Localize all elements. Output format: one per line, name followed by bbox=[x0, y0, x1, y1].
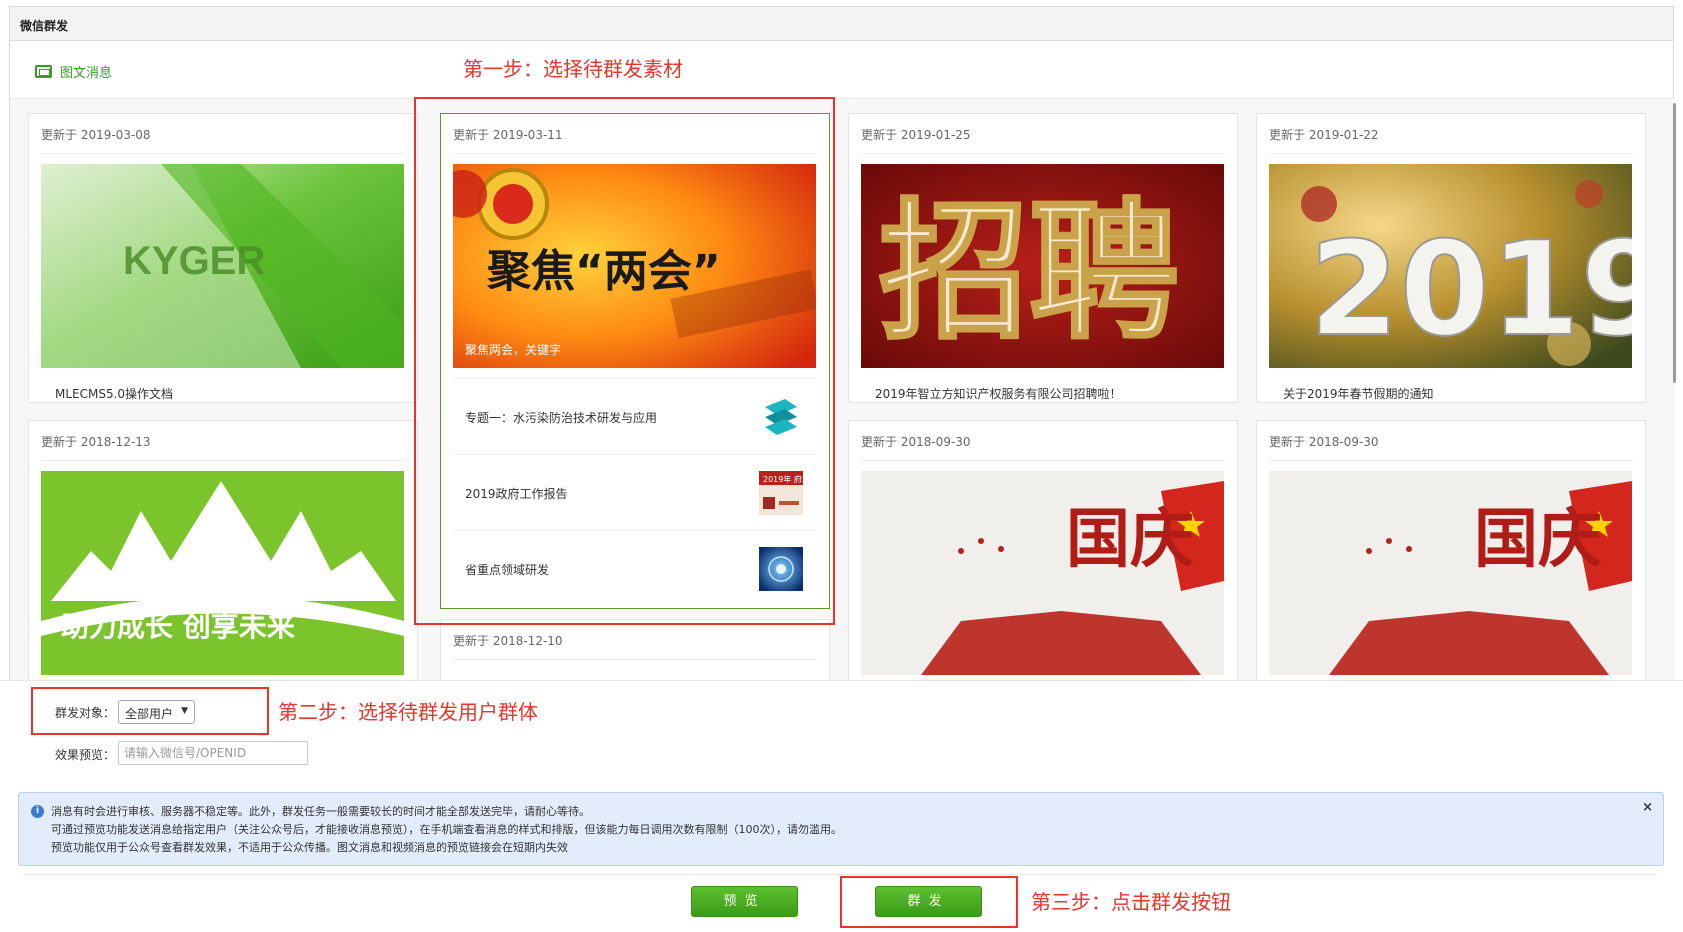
target-select[interactable]: 全部用户 ▼ bbox=[118, 700, 195, 724]
card-title: 关于2019年春节假期的通知 bbox=[1283, 387, 1434, 401]
card-date: 更新于 2018-09-30 bbox=[1269, 435, 1379, 449]
card-date: 更新于 2018-12-10 bbox=[453, 634, 563, 648]
material-card[interactable]: 更新于 2019-01-25 招聘 2019年智立方知识产权服务有限公司招聘啦！ bbox=[848, 113, 1238, 403]
notice-line: 预览功能仅用于公众号查看群发效果，不适用于公众传播。图文消息和视频消息的预览链接… bbox=[51, 841, 568, 854]
material-card[interactable]: 更新于 2018-09-30 国庆 bbox=[848, 420, 1238, 687]
material-card[interactable]: 更新于 2018-12-13 助力成长 创享未来 bbox=[28, 420, 418, 687]
material-list[interactable]: 更新于 2019-03-08 KYGER MLECMS5.0操作文档 更新于 2… bbox=[10, 99, 1675, 687]
close-icon[interactable]: × bbox=[1642, 800, 1653, 815]
cover-image: 招聘 bbox=[861, 164, 1224, 368]
target-label: 群发对象： bbox=[55, 706, 116, 720]
notice-line: 消息有时会进行审核、服务器不稳定等。此外，群发任务一般需要较长的时间才能全部发送… bbox=[51, 805, 590, 818]
card-date: 更新于 2018-09-30 bbox=[861, 435, 971, 449]
svg-text:KYGER: KYGER bbox=[123, 239, 265, 283]
card-date: 更新于 2019-01-22 bbox=[1269, 128, 1379, 142]
cover-image: 助力成长 创享未来 bbox=[41, 471, 404, 675]
card-title: 2019年智立方知识产权服务有限公司招聘啦！ bbox=[875, 387, 1122, 401]
material-card[interactable]: 更新于 2019-03-08 KYGER MLECMS5.0操作文档 bbox=[28, 113, 418, 403]
preview-button[interactable]: 预览 bbox=[691, 886, 798, 917]
card-title: MLECMS5.0操作文档 bbox=[55, 387, 174, 401]
notice-alert: i 消息有时会进行审核、服务器不稳定等。此外，群发任务一般需要较长的时间才能全部… bbox=[18, 792, 1664, 866]
card-date: 更新于 2019-03-08 bbox=[41, 128, 151, 142]
svg-text:国庆: 国庆 bbox=[1474, 502, 1602, 577]
material-card[interactable]: 更新于 2018-09-30 国庆 bbox=[1256, 420, 1646, 687]
panel-header: 微信群发 bbox=[10, 7, 1673, 41]
divider bbox=[25, 874, 1655, 875]
news-icon bbox=[35, 64, 52, 78]
page: 微信群发 图文消息 更新于 2019-03-08 KYGER MLECMS5.0… bbox=[0, 0, 1683, 932]
material-card[interactable]: 更新于 2018-12-10 bbox=[440, 619, 830, 687]
svg-text:招聘: 招聘 bbox=[879, 184, 1179, 360]
info-icon: i bbox=[31, 805, 44, 818]
cover-image: 国庆 bbox=[861, 471, 1224, 675]
target-select-value: 全部用户 bbox=[125, 707, 174, 721]
card-date: 更新于 2018-12-13 bbox=[41, 435, 151, 449]
cover-image: 2019 bbox=[1269, 164, 1632, 368]
svg-text:2019: 2019 bbox=[1309, 213, 1632, 365]
cover-image: 国庆 bbox=[1269, 471, 1632, 675]
svg-text:助力成长 创享未来: 助力成长 创享未来 bbox=[61, 610, 295, 643]
step2-text: 第二步：选择待群发用户群体 bbox=[278, 700, 538, 724]
panel-title: 微信群发 bbox=[20, 19, 69, 33]
cover-image: KYGER bbox=[41, 164, 404, 368]
step1-text: 第一步：选择待群发素材 bbox=[463, 57, 683, 81]
step1-highlight bbox=[414, 97, 835, 625]
preview-label: 效果预览： bbox=[55, 748, 116, 762]
notice-line: 可通过预览功能发送消息给指定用户（关注公众号后，才能接收消息预览），在手机端查看… bbox=[51, 823, 842, 836]
tab-news-label: 图文消息 bbox=[60, 65, 113, 81]
tab-news[interactable]: 图文消息 bbox=[35, 59, 112, 83]
preview-openid-input[interactable] bbox=[118, 741, 308, 765]
step3-text: 第三步：点击群发按钮 bbox=[1031, 890, 1231, 914]
svg-text:国庆: 国庆 bbox=[1066, 502, 1194, 577]
card-date: 更新于 2019-01-25 bbox=[861, 128, 971, 142]
material-card[interactable]: 更新于 2019-01-22 2019 关于2019年春节假期的通知 bbox=[1256, 113, 1646, 403]
scrollbar[interactable] bbox=[1673, 103, 1676, 383]
step3-highlight bbox=[840, 876, 1018, 928]
caret-down-icon: ▼ bbox=[181, 706, 188, 716]
